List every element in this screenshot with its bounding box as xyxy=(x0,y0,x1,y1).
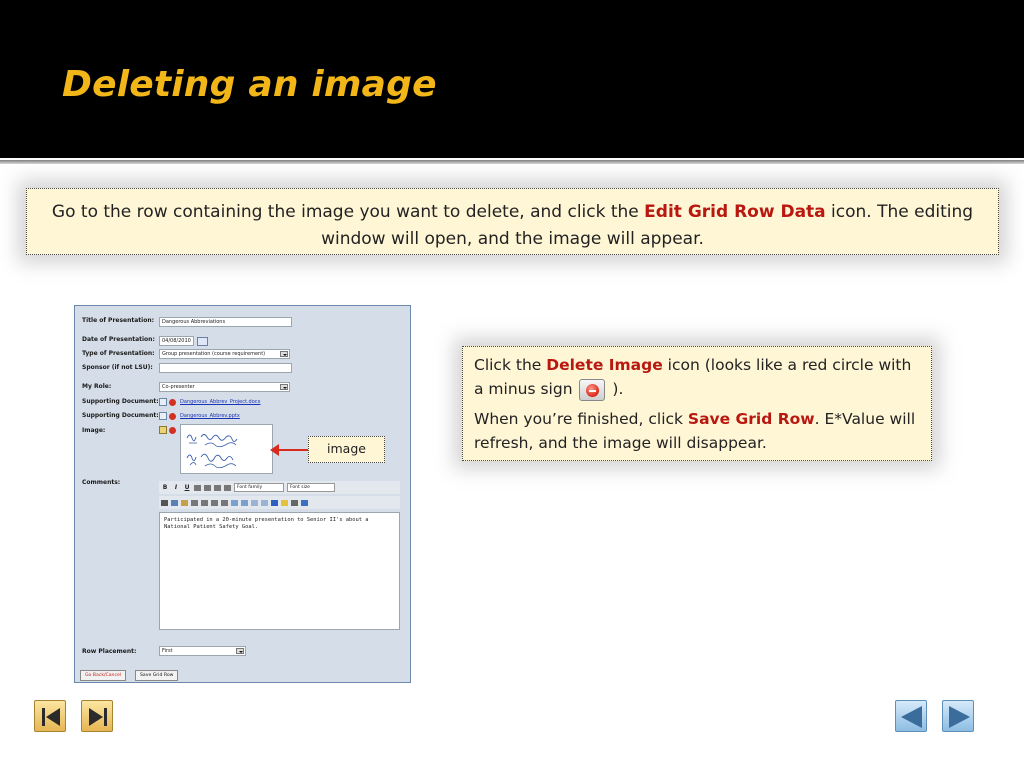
my-role-value: Co-presenter xyxy=(162,384,195,390)
delete-document-icon[interactable] xyxy=(169,398,176,406)
spellcheck-icon[interactable] xyxy=(301,499,308,506)
instruction-callout-right: Click the Delete Image icon (looks like … xyxy=(462,346,932,461)
font-size-value: Font size xyxy=(290,485,310,490)
delete-image-instruction: Click the Delete Image icon (looks like … xyxy=(474,353,920,401)
text-color-icon[interactable] xyxy=(271,499,278,506)
chevron-down-icon xyxy=(280,384,288,390)
paste-icon[interactable] xyxy=(181,499,188,506)
type-of-presentation-label: Type of Presentation: xyxy=(82,350,155,357)
outdent-icon[interactable] xyxy=(211,499,218,506)
instruction-callout-top: Go to the row containing the image you w… xyxy=(26,188,999,255)
next-slide-button[interactable] xyxy=(942,700,974,732)
numbered-list-icon[interactable] xyxy=(201,499,208,506)
document-icon[interactable] xyxy=(159,412,167,420)
edit-grid-row-data-highlight: Edit Grid Row Data xyxy=(644,202,826,222)
delete-image-highlight: Delete Image xyxy=(546,356,663,374)
last-slide-button[interactable] xyxy=(81,700,113,732)
indent-icon[interactable] xyxy=(221,499,228,506)
supporting-document-label-2: Supporting Document: xyxy=(82,412,159,419)
save-grid-row-button[interactable]: Save Grid Row xyxy=(135,670,179,681)
delete-document-icon[interactable] xyxy=(169,412,176,420)
save-grid-row-highlight: Save Grid Row xyxy=(687,410,815,428)
editing-window-screenshot: Title of Presentation: Dangerous Abbrevi… xyxy=(74,305,411,683)
comments-label: Comments: xyxy=(82,479,121,486)
highlight-color-icon[interactable] xyxy=(281,499,288,506)
instruction-text-before: Go to the row containing the image you w… xyxy=(51,202,645,222)
horizontal-rule-icon[interactable] xyxy=(291,499,298,506)
comments-editor[interactable]: Participated in a 20-minute presentation… xyxy=(159,512,400,630)
row-placement-label: Row Placement: xyxy=(82,648,137,655)
font-family-select[interactable]: Font family xyxy=(234,483,284,492)
row-placement-select[interactable]: First xyxy=(159,646,246,656)
next-slide-icon xyxy=(949,706,970,728)
document-icon[interactable] xyxy=(159,398,167,406)
align-justify-icon[interactable] xyxy=(224,484,231,491)
first-slide-icon xyxy=(42,708,60,726)
supporting-document-2: Dangerous_Abbrev.pptx xyxy=(159,412,240,420)
bullet-list-icon[interactable] xyxy=(191,499,198,506)
font-size-select[interactable]: Font size xyxy=(287,483,335,492)
previous-slide-button[interactable] xyxy=(895,700,927,732)
last-slide-icon xyxy=(89,708,107,726)
undo-icon[interactable] xyxy=(231,499,238,506)
align-center-icon[interactable] xyxy=(204,484,211,491)
supporting-document-link-1[interactable]: Dangerous_Abbrev_Project.docx xyxy=(180,399,261,405)
chevron-down-icon xyxy=(236,648,244,654)
link-icon[interactable] xyxy=(251,499,258,506)
underline-button[interactable]: U xyxy=(183,484,191,491)
previous-slide-icon xyxy=(901,706,922,728)
redo-icon[interactable] xyxy=(241,499,248,506)
align-right-icon[interactable] xyxy=(214,484,221,491)
sponsor-label: Sponsor (if not LSU): xyxy=(82,364,153,371)
image-label: Image: xyxy=(82,427,106,434)
text-segment: When you’re finished, click xyxy=(474,410,688,428)
delete-image-icon[interactable] xyxy=(169,426,176,434)
my-role-select[interactable]: Co-presenter xyxy=(159,382,290,392)
edit-image-icon[interactable] xyxy=(159,426,167,434)
handwriting-image xyxy=(180,424,273,474)
text-segment: ). xyxy=(612,380,624,398)
bold-button[interactable]: B xyxy=(161,484,169,491)
row-placement-value: First xyxy=(162,648,173,654)
go-back-cancel-button[interactable]: Go Back/Cancel xyxy=(80,670,127,681)
image-actions xyxy=(159,426,176,434)
editor-toolbar-row-2 xyxy=(159,496,400,509)
sponsor-field[interactable] xyxy=(159,363,292,373)
unlink-icon[interactable] xyxy=(261,499,268,506)
font-family-value: Font family xyxy=(237,485,263,490)
title-of-presentation-field[interactable]: Dangerous Abbreviations xyxy=(159,317,292,327)
title-of-presentation-label: Title of Presentation: xyxy=(82,317,155,324)
chevron-down-icon xyxy=(280,351,288,357)
arrow-icon xyxy=(270,444,308,456)
slide-title: Deleting an image xyxy=(62,64,437,105)
type-of-presentation-select[interactable]: Group presentation (course requirement) xyxy=(159,349,290,359)
text-segment: Click the xyxy=(474,356,547,374)
date-of-presentation-field[interactable]: 04/08/2010 xyxy=(159,336,194,346)
type-of-presentation-value: Group presentation (course requirement) xyxy=(162,351,266,357)
copy-icon[interactable] xyxy=(171,499,178,506)
cut-icon[interactable] xyxy=(161,499,168,506)
my-role-label: My Role: xyxy=(82,383,112,390)
editor-toolbar-row-1: B I U Font family Font size xyxy=(159,481,400,494)
calendar-icon[interactable] xyxy=(197,337,208,346)
supporting-document-link-2[interactable]: Dangerous_Abbrev.pptx xyxy=(180,413,240,419)
save-grid-row-instruction: When you’re finished, click Save Grid Ro… xyxy=(474,407,920,455)
red-circle-minus-icon xyxy=(579,378,606,401)
first-slide-button[interactable] xyxy=(34,700,66,732)
supporting-document-1: Dangerous_Abbrev_Project.docx xyxy=(159,398,261,406)
date-of-presentation-label: Date of Presentation: xyxy=(82,336,155,343)
title-separator xyxy=(0,160,1024,164)
italic-button[interactable]: I xyxy=(172,484,180,491)
supporting-document-label-1: Supporting Document: xyxy=(82,398,159,405)
align-left-icon[interactable] xyxy=(194,484,201,491)
image-callout-label: image xyxy=(308,436,385,463)
